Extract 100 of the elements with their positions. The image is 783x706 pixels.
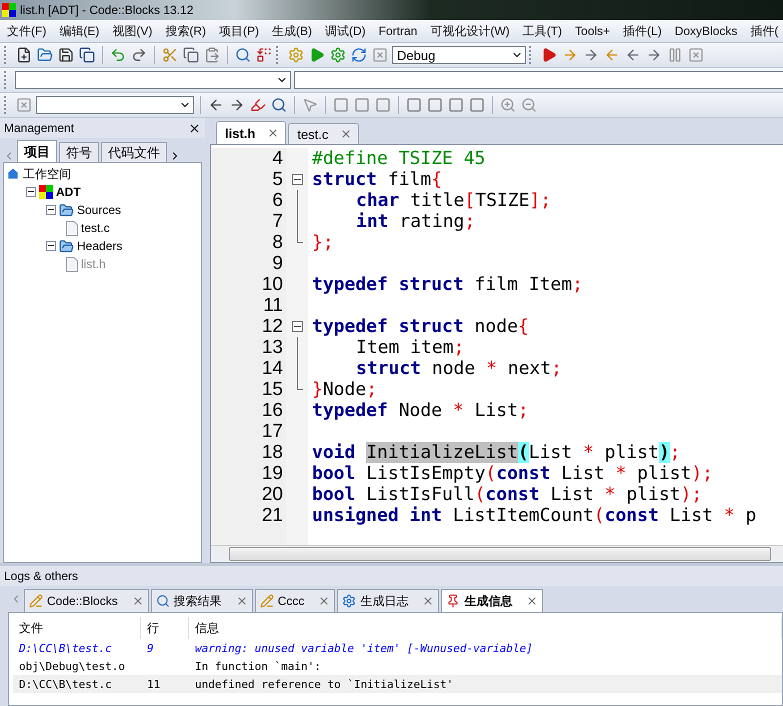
- log-tab[interactable]: 搜索结果: [150, 589, 253, 612]
- line-number: 17: [260, 421, 284, 442]
- code-line: typedef Node * List;: [312, 400, 529, 421]
- menu-item[interactable]: 插件(L): [616, 22, 668, 40]
- menu-item[interactable]: 文件(F): [0, 22, 52, 40]
- code-line: void InitializeList(List * plist);: [312, 442, 680, 463]
- line-number: 9: [271, 253, 284, 274]
- horizontal-scrollbar[interactable]: [211, 545, 783, 562]
- step-out-icon[interactable]: [625, 47, 641, 63]
- build-target-select[interactable]: Debug: [392, 46, 526, 64]
- step-icon[interactable]: [562, 47, 578, 63]
- build-run-icon[interactable]: [330, 47, 346, 63]
- run-icon[interactable]: [309, 47, 325, 63]
- menu-item[interactable]: 生成(B): [265, 22, 318, 40]
- menu-item[interactable]: 可视化设计(W): [423, 22, 516, 40]
- tree-item[interactable]: 工作空间: [6, 165, 199, 183]
- log-tab[interactable]: Cccc: [254, 589, 336, 612]
- symbol-dropdown[interactable]: [294, 71, 783, 89]
- panel-tab[interactable]: 符号: [59, 142, 99, 162]
- collapse-icon[interactable]: [46, 205, 56, 215]
- log-tab[interactable]: 生成日志: [337, 589, 440, 612]
- stop-icon[interactable]: [688, 47, 704, 63]
- home-icon: [6, 167, 20, 181]
- panel-tab[interactable]: 项目: [17, 140, 57, 162]
- redo-icon[interactable]: [131, 47, 147, 63]
- file-tab[interactable]: test.c: [288, 123, 360, 144]
- rectangle-icon[interactable]: [406, 97, 422, 113]
- rectangle-icon[interactable]: [469, 97, 485, 113]
- menu-item[interactable]: 插件(: [743, 22, 783, 40]
- column-header[interactable]: 信息: [189, 617, 782, 639]
- menu-item[interactable]: 编辑(E): [52, 22, 106, 40]
- pause-icon[interactable]: [667, 47, 683, 63]
- paste-icon[interactable]: [204, 47, 220, 63]
- menu-item[interactable]: Fortran: [372, 24, 424, 38]
- column-header[interactable]: 文件: [13, 617, 141, 639]
- save-icon[interactable]: [58, 47, 74, 63]
- code-editor[interactable]: [210, 144, 783, 563]
- abort-icon[interactable]: [372, 47, 388, 63]
- rectangle-icon[interactable]: [375, 97, 391, 113]
- save-all-icon[interactable]: [79, 47, 95, 63]
- file-tab[interactable]: list.h: [216, 121, 286, 144]
- zoom-in-icon[interactable]: [500, 97, 516, 113]
- search-icon: [156, 594, 170, 608]
- open-folder-icon[interactable]: [37, 47, 53, 63]
- rebuild-icon[interactable]: [351, 47, 367, 63]
- new-file-icon[interactable]: [16, 47, 32, 63]
- line-number: 14: [260, 358, 284, 379]
- search-dropdown[interactable]: [36, 96, 194, 114]
- line-number: 12: [260, 316, 284, 337]
- menu-item[interactable]: 调试(D): [318, 22, 372, 40]
- highlighter-icon[interactable]: [250, 97, 266, 113]
- tree-item[interactable]: ADT: [26, 183, 199, 201]
- tree-item[interactable]: Sources: [46, 201, 199, 219]
- log-tab[interactable]: 生成信息: [441, 589, 544, 612]
- scope-dropdown[interactable]: [15, 71, 291, 89]
- message-row[interactable]: D:\CC\B\test.c 11 undefined reference to `InitializeList': [13, 675, 782, 693]
- message-row[interactable]: obj\Debug\test.o In function `main':: [13, 657, 782, 675]
- code-line: bool ListIsFull(const List * plist);: [312, 484, 702, 505]
- copy-icon[interactable]: [183, 47, 199, 63]
- menu-item[interactable]: 搜索(R): [158, 22, 212, 40]
- search-icon[interactable]: [235, 47, 251, 63]
- tree-label: list.h: [81, 257, 106, 271]
- rectangle-icon[interactable]: [448, 97, 464, 113]
- tree-label: Headers: [77, 239, 122, 253]
- cut-icon[interactable]: [162, 47, 178, 63]
- rectangle-icon[interactable]: [354, 97, 370, 113]
- replace-icon[interactable]: [256, 47, 272, 63]
- rectangle-icon[interactable]: [333, 97, 349, 113]
- zoom-out-icon[interactable]: [521, 97, 537, 113]
- tree-item[interactable]: test.c: [66, 219, 199, 237]
- message-row[interactable]: D:\CC\B\test.c 9 warning: unused variable 'item' [-Wunused-variable]: [13, 639, 782, 657]
- collapse-icon[interactable]: [26, 187, 36, 197]
- clear-icon[interactable]: [16, 97, 32, 113]
- menu-item[interactable]: 项目(P): [212, 22, 265, 40]
- panel-title: Management: [4, 121, 74, 135]
- collapse-icon[interactable]: [46, 241, 56, 251]
- undo-icon[interactable]: [110, 47, 126, 63]
- log-tab[interactable]: Code::Blocks: [24, 589, 149, 612]
- code-line: #define TSIZE 45: [312, 148, 486, 169]
- rectangle-icon[interactable]: [427, 97, 443, 113]
- step-over-icon[interactable]: [604, 47, 620, 63]
- menu-item[interactable]: 视图(V): [105, 22, 158, 40]
- pointer-icon[interactable]: [302, 97, 318, 113]
- magnifier-icon[interactable]: [271, 97, 287, 113]
- fold-marker[interactable]: [292, 321, 303, 332]
- column-header[interactable]: 行: [141, 617, 189, 639]
- menu-item[interactable]: 工具(T): [516, 22, 568, 40]
- tree-item[interactable]: list.h: [66, 255, 199, 273]
- panel-tab[interactable]: 代码文件: [101, 142, 167, 162]
- fold-marker[interactable]: [292, 174, 303, 185]
- step-into-icon[interactable]: [583, 47, 599, 63]
- code-line: }Node;: [312, 379, 378, 400]
- menu-item[interactable]: DoxyBlocks: [668, 24, 744, 38]
- close-icon[interactable]: [188, 122, 201, 134]
- tree-item[interactable]: Headers: [46, 237, 199, 255]
- next-icon[interactable]: [646, 47, 662, 63]
- code-line: unsigned int ListItemCount(const List * p: [312, 505, 756, 526]
- code-line: Item item;: [355, 337, 464, 358]
- menu-item[interactable]: Tools+: [568, 24, 616, 38]
- debug-run-icon[interactable]: [541, 47, 557, 63]
